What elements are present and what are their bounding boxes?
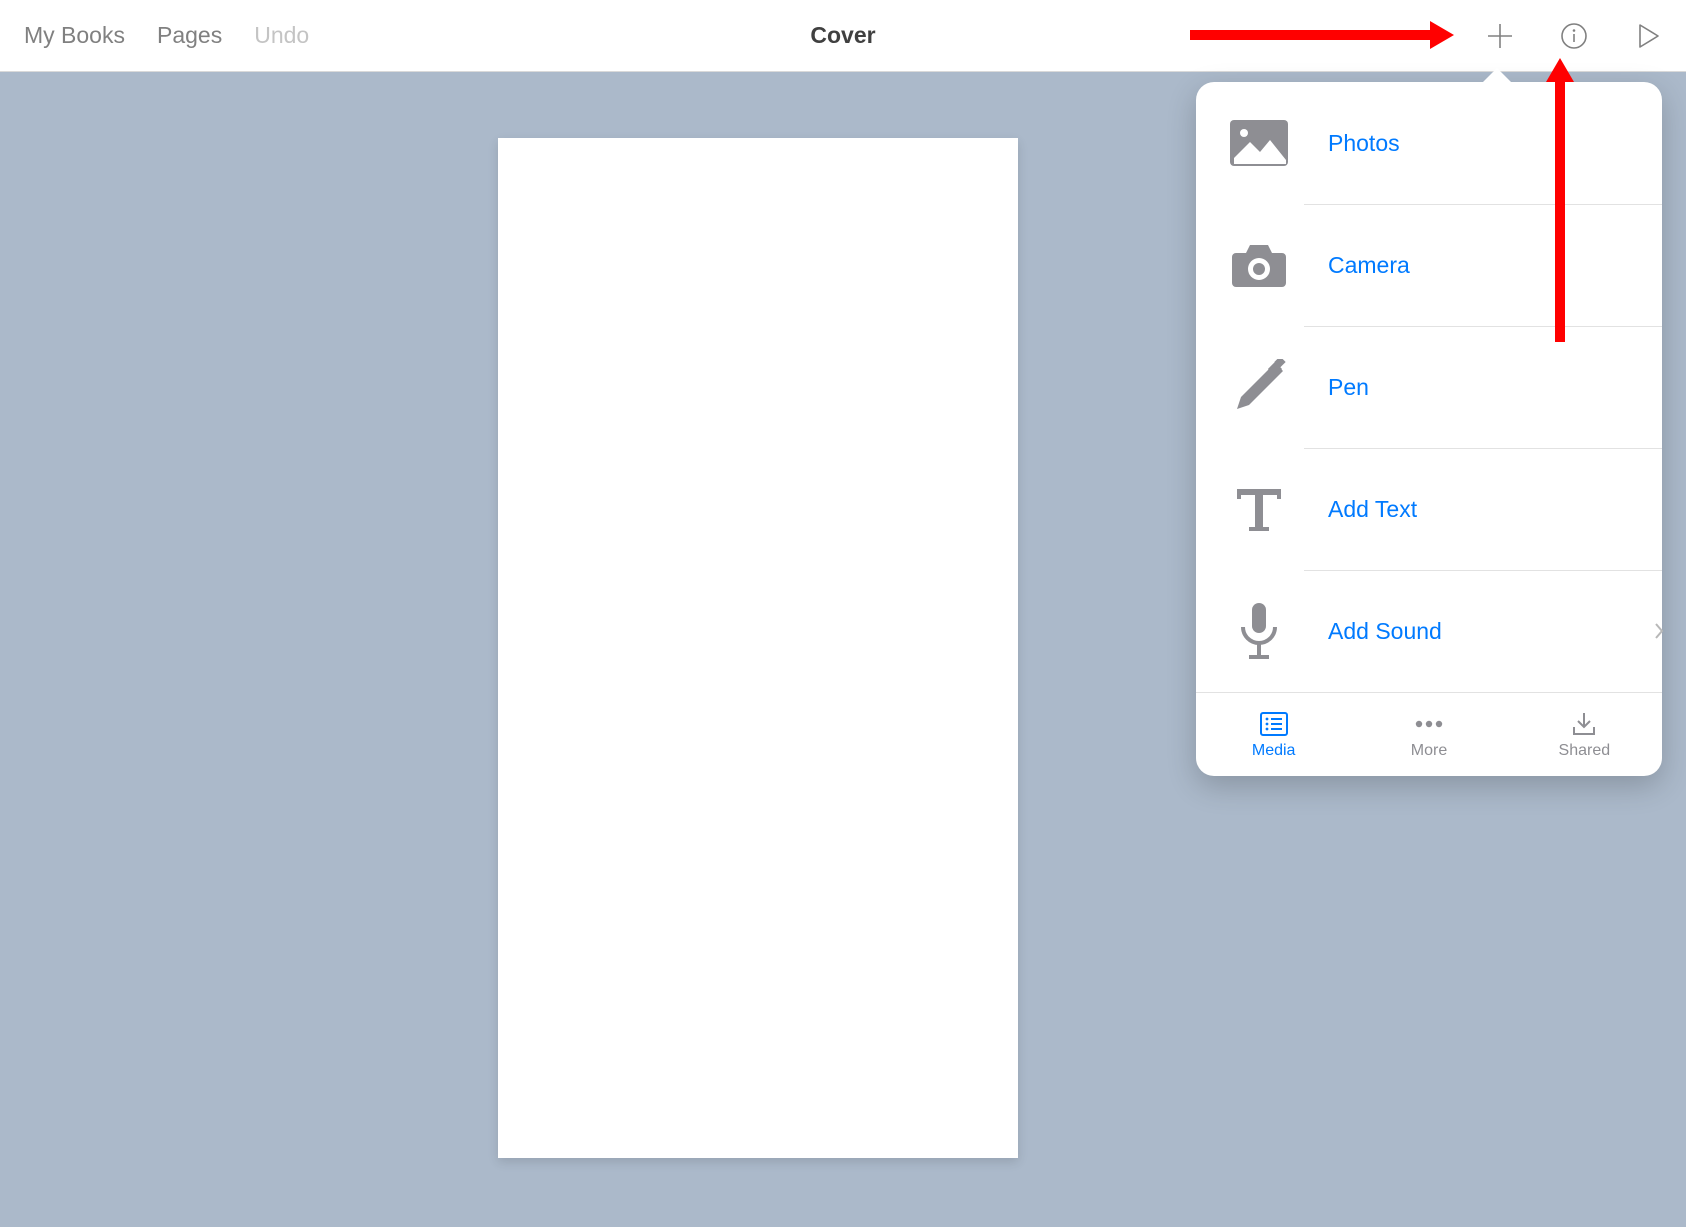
tab-label: Media (1252, 742, 1296, 760)
add-button[interactable] (1486, 22, 1514, 50)
tab-more[interactable]: More (1351, 693, 1506, 776)
top-toolbar: My Books Pages Undo Cover (0, 0, 1686, 72)
play-icon (1634, 22, 1662, 50)
text-icon (1220, 483, 1298, 535)
info-button[interactable] (1560, 22, 1588, 50)
menu-item-pen[interactable]: Pen (1196, 326, 1662, 448)
tab-shared[interactable]: Shared (1507, 693, 1662, 776)
popover-tab-bar: Media More Shared (1196, 692, 1662, 776)
toolbar-left-group: My Books Pages Undo (24, 22, 309, 49)
add-content-popover: Photos Camera Pen Add T (1196, 82, 1662, 776)
menu-item-photos[interactable]: Photos (1196, 82, 1662, 204)
tab-media[interactable]: Media (1196, 693, 1351, 776)
book-cover-page[interactable] (498, 138, 1018, 1158)
toolbar-right-group (1486, 22, 1662, 50)
menu-item-label: Add Sound (1328, 618, 1442, 645)
undo-button[interactable]: Undo (254, 22, 309, 49)
pen-icon (1220, 359, 1298, 415)
menu-item-add-text[interactable]: Add Text (1196, 448, 1662, 570)
menu-item-label: Photos (1328, 130, 1400, 157)
menu-item-label: Camera (1328, 252, 1410, 279)
my-books-button[interactable]: My Books (24, 22, 125, 49)
tab-label: Shared (1559, 742, 1611, 760)
menu-item-add-sound[interactable]: Add Sound (1196, 570, 1662, 692)
tab-label: More (1411, 742, 1447, 760)
image-icon (1220, 118, 1298, 168)
menu-item-camera[interactable]: Camera (1196, 204, 1662, 326)
pages-button[interactable]: Pages (157, 22, 222, 49)
camera-icon (1220, 241, 1298, 289)
download-icon (1570, 710, 1598, 738)
page-title: Cover (810, 22, 875, 49)
menu-item-label: Add Text (1328, 496, 1417, 523)
plus-icon (1486, 22, 1514, 50)
menu-item-label: Pen (1328, 374, 1369, 401)
more-icon (1413, 710, 1445, 738)
info-icon (1560, 22, 1588, 50)
chevron-right-icon (1654, 622, 1664, 640)
play-button[interactable] (1634, 22, 1662, 50)
list-icon (1260, 710, 1288, 738)
mic-icon (1220, 601, 1298, 661)
